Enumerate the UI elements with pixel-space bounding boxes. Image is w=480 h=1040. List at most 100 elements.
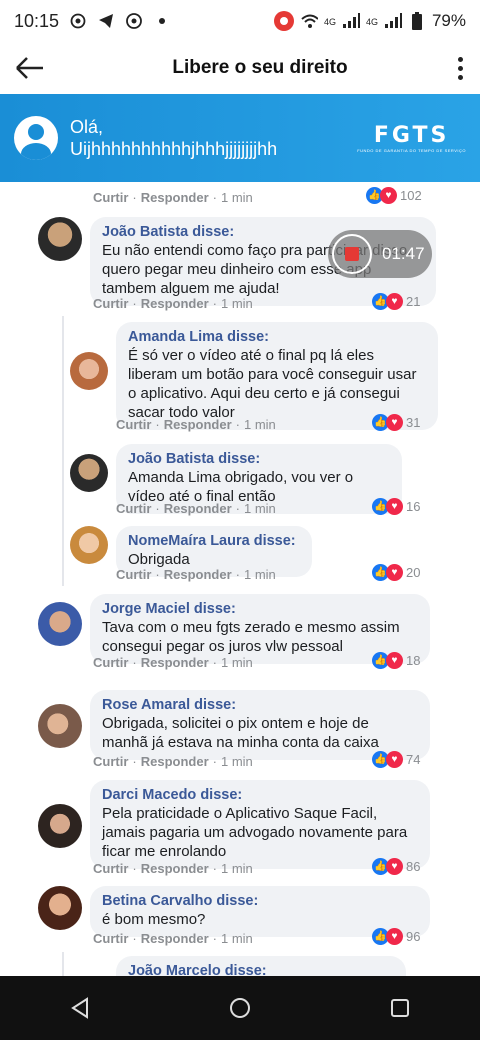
like-action[interactable]: Curtir: [93, 931, 128, 946]
heart-icon: ♥: [386, 652, 403, 669]
avatar: [70, 526, 108, 564]
comment-time: 1 min: [220, 190, 253, 205]
status-time: 10:15: [14, 10, 60, 31]
comment-author[interactable]: Betina Carvalho disse:: [102, 892, 418, 910]
video-recording-overlay[interactable]: 01:47: [328, 230, 432, 278]
like-action[interactable]: Curtir: [93, 190, 128, 205]
like-action[interactable]: Curtir: [93, 655, 128, 670]
heart-icon: ♥: [386, 858, 403, 875]
triangle-back-icon: [71, 997, 88, 1019]
nav-recents-button[interactable]: [380, 988, 420, 1028]
logo-subtext: FUNDO DE GARANTIA DO TEMPO DE SERVIÇO: [357, 148, 466, 153]
logo-text: FGTS: [373, 123, 450, 148]
like-action[interactable]: Curtir: [93, 861, 128, 876]
reply-action[interactable]: Responder: [141, 190, 209, 205]
comment-actions: Curtir · Responder · 1 min: [93, 931, 253, 946]
comment-time: 1 min: [243, 567, 276, 582]
reply-action[interactable]: Responder: [141, 861, 209, 876]
comment-actions: Curtir · Responder · 1 min: [116, 567, 276, 582]
comment-actions: Curtir · Responder · 1 min: [116, 417, 276, 432]
status-bar: 10:15 4G 4G 79%: [0, 0, 480, 42]
page-title: Libere o seu direito: [172, 57, 348, 78]
signal-label-1: 4G: [323, 17, 336, 27]
comment-text: É só ver o vídeo até o final pq lá eles …: [128, 347, 417, 421]
avatar: [38, 217, 82, 261]
comment: Rose Amaral disse: Obrigada, solicitei o…: [38, 690, 430, 760]
thread-line: [62, 952, 64, 976]
nav-home-button[interactable]: [220, 988, 260, 1028]
signal-icon-1: [342, 12, 360, 30]
like-action[interactable]: Curtir: [116, 417, 151, 432]
avatar: [38, 602, 82, 646]
more-options-button[interactable]: [440, 42, 480, 94]
like-action[interactable]: Curtir: [93, 754, 128, 769]
wifi-icon: [300, 12, 318, 30]
avatar: [70, 454, 108, 492]
reply-action[interactable]: Responder: [164, 501, 232, 516]
heart-icon: ♥: [386, 293, 403, 310]
like-action[interactable]: Curtir: [93, 296, 128, 311]
comment-text: Pela praticidade o Aplicativo Saque Faci…: [102, 805, 408, 860]
stop-record-button[interactable]: [332, 234, 372, 274]
reply-action[interactable]: Responder: [141, 655, 209, 670]
heart-icon: ♥: [386, 414, 403, 431]
heart-icon: ♥: [386, 928, 403, 945]
nav-back-button[interactable]: [60, 988, 100, 1028]
user-banner: Olá, Uijhhhhhhhhhhjhhhjjjjjjjjhh FGTS FU…: [0, 94, 480, 182]
comment-text: Tava com o meu fgts zerado e mesmo assim…: [102, 619, 400, 655]
comment-reply: João Marcelo disse:: [116, 956, 406, 976]
comment-author[interactable]: NomeMaíra Laura disse:: [128, 532, 300, 550]
comment-time: 1 min: [220, 296, 253, 311]
comment-author[interactable]: Amanda Lima disse:: [128, 328, 426, 346]
recording-indicator-icon: [273, 11, 294, 31]
comment-author[interactable]: Rose Amaral disse:: [102, 696, 418, 714]
comment: Darci Macedo disse: Pela praticidade o A…: [38, 780, 430, 869]
like-action[interactable]: Curtir: [116, 567, 151, 582]
comment-author[interactable]: Darci Macedo disse:: [102, 786, 418, 804]
reaction-count: 👍 ♥ 102: [366, 187, 422, 204]
battery-icon: [408, 12, 426, 30]
comment-actions: Curtir · Responder · 1 min: [93, 190, 253, 205]
comment-time: 1 min: [243, 417, 276, 432]
comment-bubble: Darci Macedo disse: Pela praticidade o A…: [90, 780, 430, 869]
video-time: 01:47: [382, 244, 425, 263]
heart-icon: ♥: [380, 187, 397, 204]
comment-text: Obrigada, solicitei o pix ontem e hoje d…: [102, 715, 379, 751]
reply-action[interactable]: Responder: [141, 931, 209, 946]
avatar: [38, 804, 82, 848]
comment-actions: Curtir · Responder · 1 min: [93, 655, 253, 670]
heart-icon: ♥: [386, 498, 403, 515]
reaction-count: 👍 ♥ 18: [372, 652, 420, 669]
reply-action[interactable]: Responder: [164, 567, 232, 582]
reaction-count: 👍 ♥ 16: [372, 498, 420, 515]
comment-author[interactable]: João Marcelo disse:: [128, 962, 394, 976]
comment-time: 1 min: [220, 861, 253, 876]
like-action[interactable]: Curtir: [116, 501, 151, 516]
avatar: [70, 352, 108, 390]
reaction-count: 👍 ♥ 20: [372, 564, 420, 581]
reaction-count: 👍 ♥ 96: [372, 928, 420, 945]
heart-icon: ♥: [386, 751, 403, 768]
back-button[interactable]: [0, 42, 60, 94]
stop-icon: [345, 247, 359, 261]
comment-author[interactable]: João Batista disse:: [128, 450, 390, 468]
reply-action[interactable]: Responder: [141, 296, 209, 311]
app-bar: Libere o seu direito: [0, 42, 480, 94]
comment-actions: Curtir · Responder · 1 min: [116, 501, 276, 516]
comment-author[interactable]: Jorge Maciel disse:: [102, 600, 418, 618]
reaction-count: 👍 ♥ 31: [372, 414, 420, 431]
avatar: [38, 704, 82, 748]
comment-actions: Curtir · Responder · 1 min: [93, 296, 253, 311]
square-recents-icon: [391, 999, 409, 1017]
comment-bubble: João Marcelo disse:: [116, 956, 406, 976]
comment-bubble: Rose Amaral disse: Obrigada, solicitei o…: [90, 690, 430, 760]
reply-action[interactable]: Responder: [141, 754, 209, 769]
signal-icon-2: [384, 12, 402, 30]
signal-label-2: 4G: [365, 17, 378, 27]
comment-time: 1 min: [243, 501, 276, 516]
greeting: Olá,: [70, 117, 104, 137]
comments-feed[interactable]: Curtir · Responder · 1 min 👍 ♥ 102 João Batist…: [0, 182, 480, 976]
comment-time: 1 min: [220, 655, 253, 670]
reply-action[interactable]: Responder: [164, 417, 232, 432]
arrow-left-icon: [16, 57, 43, 79]
